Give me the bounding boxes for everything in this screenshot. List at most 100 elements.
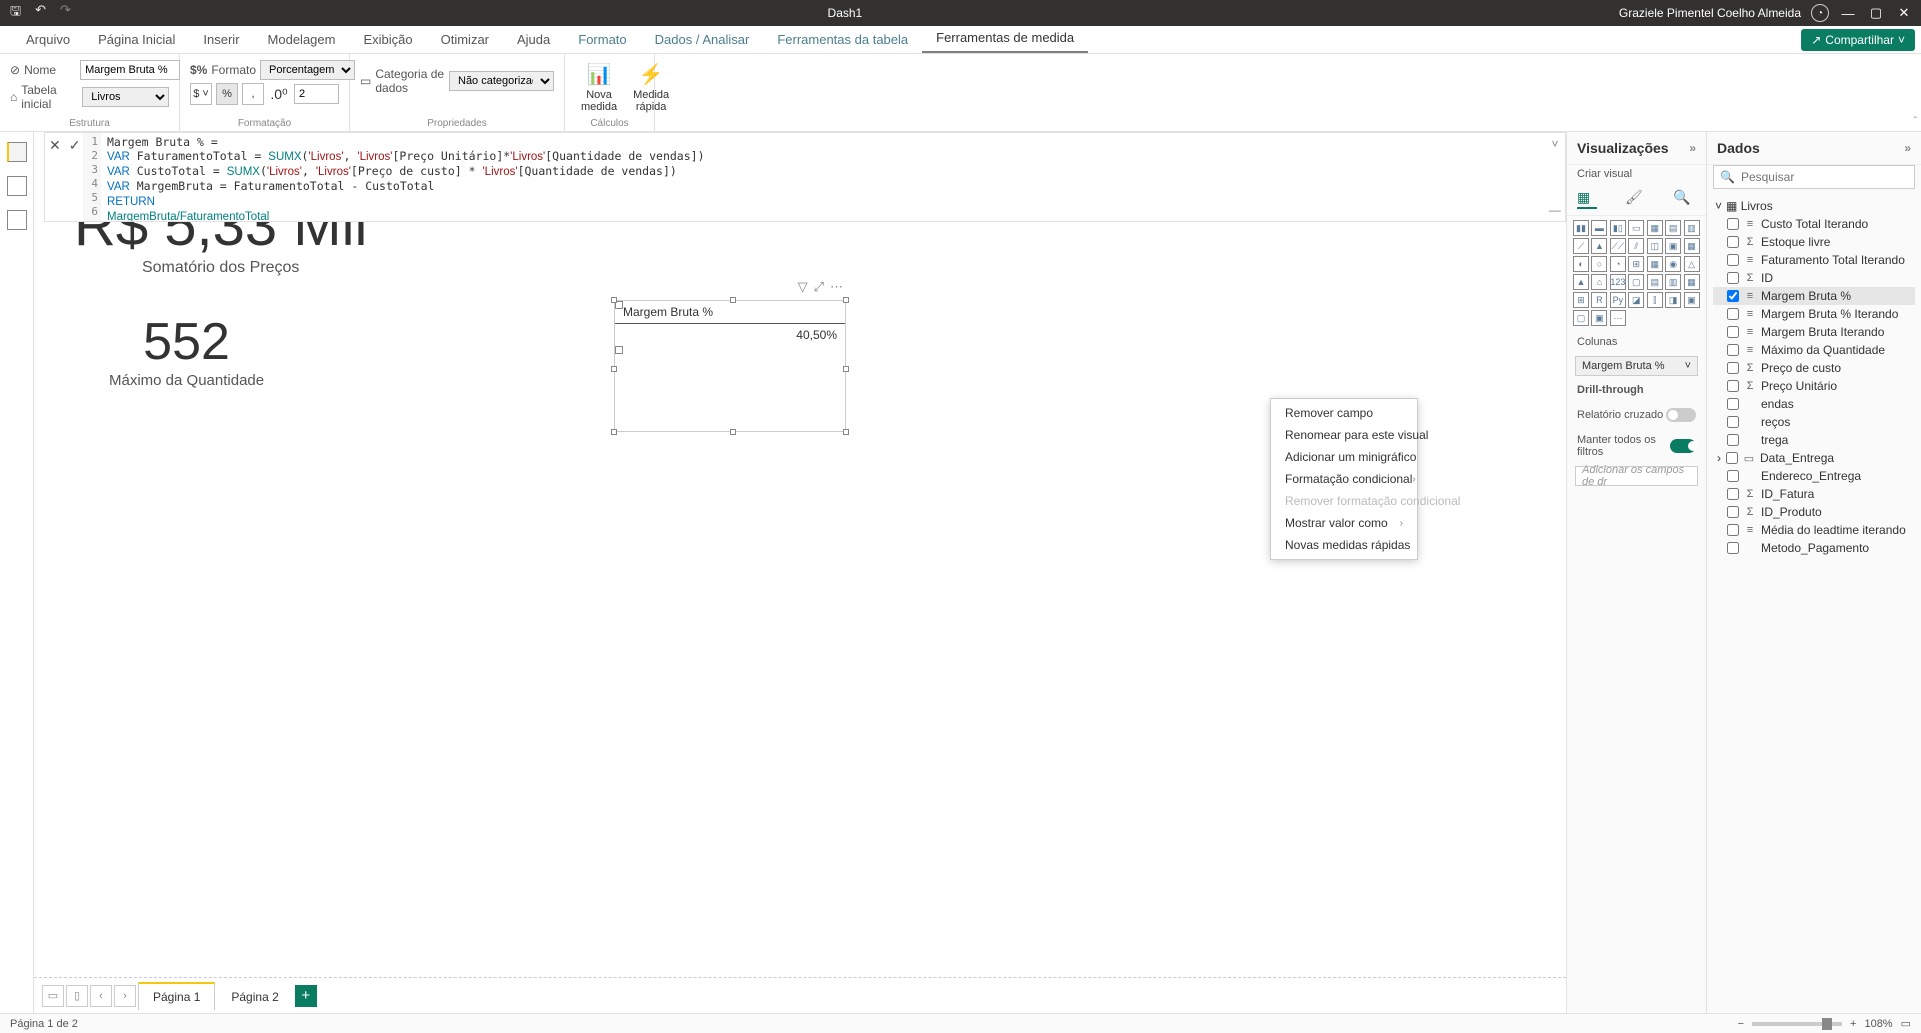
formula-cancel-icon[interactable]: ✕ [49,137,61,154]
viz-panel-collapse-icon[interactable]: » [1689,141,1696,155]
decimals-input[interactable] [294,84,339,104]
field-item[interactable]: ≡Margem Bruta % Iterando [1713,305,1915,323]
data-category-select[interactable]: Não categorizado [449,71,554,91]
field-checkbox[interactable] [1727,416,1739,428]
viz-type-icon[interactable]: ▥ [1684,220,1700,236]
focus-icon[interactable]: ⤢ [814,279,824,295]
page-tab-2[interactable]: Página 2 [217,982,292,1010]
table-node-livros[interactable]: ˅▦ Livros [1713,197,1915,215]
share-button[interactable]: ↗Compartilhar ˅ [1801,29,1915,51]
page-tab-1[interactable]: Página 1 [138,982,215,1010]
viz-type-icon[interactable]: ⌂ [1591,274,1607,290]
viz-type-icon[interactable]: ⊞ [1573,292,1589,308]
search-input[interactable] [1741,170,1908,184]
tab-pagina-inicial[interactable]: Página Inicial [84,26,189,53]
field-checkbox[interactable] [1727,380,1739,392]
viz-type-icon[interactable]: Py [1610,292,1626,308]
tab-otimizar[interactable]: Otimizar [427,26,503,53]
field-checkbox[interactable] [1727,218,1739,230]
percent-button[interactable]: % [216,83,238,105]
report-view-button[interactable] [7,142,27,162]
viz-type-icon[interactable]: ▣ [1684,292,1700,308]
viz-type-icon[interactable]: ◫ [1647,238,1663,254]
field-checkbox[interactable] [1727,326,1739,338]
field-item[interactable]: ≡Média do leadtime iterando [1713,521,1915,539]
viz-type-icon[interactable]: ▮▮ [1573,220,1589,236]
viz-type-icon[interactable]: ⟋ [1573,238,1589,254]
field-checkbox[interactable] [1727,542,1739,554]
viz-type-icon[interactable]: ◐ [1573,256,1589,272]
viz-type-icon[interactable]: ▭ [1628,220,1644,236]
drill-fields-well[interactable]: Adicionar os campos de dr [1575,466,1698,486]
table-visual-margem[interactable]: ▽ ⤢ ⋯ Margem Bruta % 40,50% [614,300,846,432]
format-select[interactable]: Porcentagem [260,60,355,80]
zoom-out-button[interactable]: − [1738,1018,1744,1030]
undo-icon[interactable]: ↶ [35,2,46,24]
currency-button[interactable]: $ ˅ [190,83,212,105]
viz-type-icon[interactable]: ⫽ [1628,238,1644,254]
field-item[interactable]: ≡Máximo da Quantidade [1713,341,1915,359]
quick-measure-button[interactable]: ⚡ Medida rápida [627,60,675,115]
model-view-button[interactable] [7,210,27,230]
minimize-button[interactable]: — [1839,6,1857,21]
tab-formato[interactable]: Formato [564,26,640,53]
field-item[interactable]: endas [1713,395,1915,413]
cross-report-toggle[interactable] [1666,408,1696,422]
field-item[interactable]: Metodo_Pagamento [1713,539,1915,557]
viz-type-icon[interactable]: ▤ [1665,220,1681,236]
tab-dados-analisar[interactable]: Dados / Analisar [641,26,764,53]
field-item[interactable]: reços [1713,413,1915,431]
field-checkbox[interactable] [1727,308,1739,320]
field-checkbox[interactable] [1727,254,1739,266]
home-table-select[interactable]: Livros [82,87,169,107]
user-avatar-icon[interactable]: ◔ [1811,4,1829,22]
viz-type-icon[interactable]: ◪ [1628,292,1644,308]
desktop-layout-icon[interactable]: ▭ [42,985,64,1007]
next-page-button[interactable]: › [114,985,136,1007]
viz-type-icon[interactable]: △ [1684,256,1700,272]
viz-type-icon[interactable]: ◉ [1665,256,1681,272]
zoom-slider[interactable] [1752,1022,1842,1026]
tab-ajuda[interactable]: Ajuda [503,26,564,53]
field-checkbox[interactable] [1727,398,1739,410]
viz-type-icon[interactable]: ⊞ [1628,256,1644,272]
formula-collapse-icon[interactable]: — [1549,203,1561,217]
field-item[interactable]: ΣID_Fatura [1713,485,1915,503]
viz-type-icon[interactable]: ⫿ [1647,292,1663,308]
ctx-item[interactable]: Renomear para este visual [1271,424,1417,446]
field-checkbox[interactable] [1727,290,1739,302]
build-visual-tab[interactable]: ▦ [1577,189,1597,209]
fit-page-icon[interactable]: ▭ [1901,1017,1911,1030]
field-checkbox[interactable] [1727,434,1739,446]
field-item[interactable]: ≡Custo Total Iterando [1713,215,1915,233]
field-item[interactable]: trega [1713,431,1915,449]
decimal-icon[interactable]: .0⁰ [268,83,290,105]
tab-inserir[interactable]: Inserir [189,26,253,53]
save-icon[interactable]: 🖫 [10,2,21,24]
field-checkbox[interactable] [1727,236,1739,248]
tab-exibicao[interactable]: Exibição [349,26,426,53]
viz-type-icon[interactable]: ○ [1591,256,1607,272]
field-item[interactable]: ΣPreço Unitário [1713,377,1915,395]
viz-type-icon[interactable]: ▦ [1647,256,1663,272]
keep-filters-toggle[interactable] [1670,439,1696,453]
field-item[interactable]: ›▭Data_Entrega [1713,449,1915,467]
field-item[interactable]: ≡Faturamento Total Iterando [1713,251,1915,269]
column-field-well[interactable]: Margem Bruta %˅ [1575,356,1698,376]
formula-editor[interactable]: Margem Bruta % = VAR FaturamentoTotal = … [101,133,1545,221]
ctx-item[interactable]: Formatação condicional› [1271,468,1417,490]
formula-expand-icon[interactable]: ˅ [1551,137,1558,151]
field-item[interactable]: ≡Margem Bruta % [1713,287,1915,305]
field-checkbox[interactable] [1727,344,1739,356]
maximize-button[interactable]: ▢ [1867,5,1885,21]
viz-type-icon[interactable]: ▢ [1573,310,1589,326]
new-measure-button[interactable]: 📊 Nova medida [575,60,623,115]
viz-type-icon[interactable]: ▥ [1665,274,1681,290]
more-icon[interactable]: ⋯ [830,279,843,295]
tab-modelagem[interactable]: Modelagem [254,26,350,53]
tab-arquivo[interactable]: Arquivo [12,26,84,53]
card-visual-quantidade[interactable]: 552 Máximo da Quantidade [109,312,264,389]
field-checkbox[interactable] [1727,488,1739,500]
viz-type-icon[interactable]: ◨ [1665,292,1681,308]
viz-type-icon[interactable]: ▣ [1665,238,1681,254]
